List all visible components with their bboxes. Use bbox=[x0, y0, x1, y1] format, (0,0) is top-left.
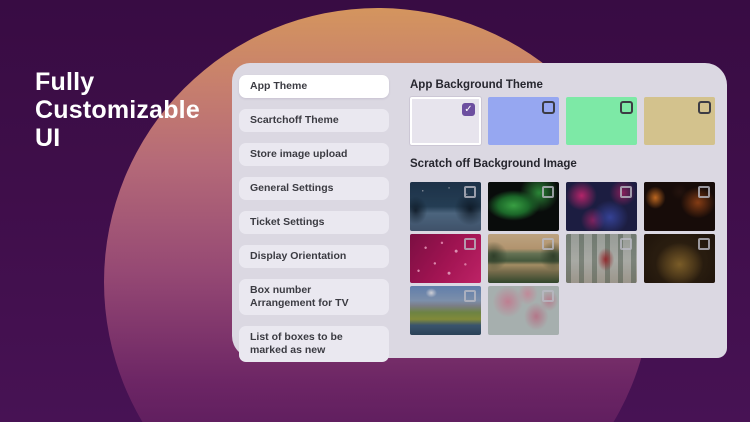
scratch-image-purple-swirl-checkbox[interactable] bbox=[620, 186, 632, 198]
scratch-image-snowy-night-forest-checkbox[interactable] bbox=[464, 186, 476, 198]
settings-sidebar: App Theme Scartchoff Theme Store image upl… bbox=[232, 63, 395, 362]
headline-line-3: UI bbox=[35, 124, 61, 152]
sidebar-item-box-number-arrangement[interactable]: Box number Arrangement for TV bbox=[239, 279, 389, 315]
settings-content: App Background Theme ✓ Scratch off Backg… bbox=[395, 63, 727, 358]
headline-line-1: Fully bbox=[35, 68, 95, 96]
sidebar-item-scartchoff-theme[interactable]: Scartchoff Theme bbox=[239, 109, 389, 132]
scratch-image-pink-sparkles[interactable] bbox=[410, 234, 481, 283]
scratch-image-santa-sleigh-snow-checkbox[interactable] bbox=[620, 238, 632, 250]
scratch-image-cherry-blossoms[interactable] bbox=[488, 286, 559, 335]
scratch-image-cherry-blossoms-checkbox[interactable] bbox=[542, 290, 554, 302]
scratch-image-halloween-fire-checkbox[interactable] bbox=[698, 186, 710, 198]
scratch-image-pink-sparkles-checkbox[interactable] bbox=[464, 238, 476, 250]
scratch-image-golden-christmas-tree[interactable] bbox=[644, 234, 715, 283]
scratch-image-snowy-night-forest[interactable] bbox=[410, 182, 481, 231]
scratch-image-alpine-meadow-lake-checkbox[interactable] bbox=[464, 290, 476, 302]
scratch-image-grid bbox=[410, 182, 727, 335]
sidebar-item-general-settings[interactable]: General Settings bbox=[239, 177, 389, 200]
scratch-image-golden-christmas-tree-checkbox[interactable] bbox=[698, 238, 710, 250]
scratch-image-alpine-meadow-lake[interactable] bbox=[410, 286, 481, 335]
sidebar-item-app-theme[interactable]: App Theme bbox=[239, 75, 389, 98]
app-background-theme-title: App Background Theme bbox=[410, 79, 543, 91]
theme-swatch-row: ✓ bbox=[410, 97, 727, 145]
white-theme-swatch[interactable]: ✓ bbox=[410, 97, 481, 145]
sidebar-item-boxes-marked-as-new[interactable]: List of boxes to be marked as new bbox=[239, 326, 389, 362]
blue-theme-swatch-checkbox[interactable] bbox=[542, 101, 555, 114]
sidebar-item-store-image-upload[interactable]: Store image upload bbox=[239, 143, 389, 166]
scratch-image-mountain-river-sunset-checkbox[interactable] bbox=[542, 238, 554, 250]
headline: Fully Customizable UI bbox=[35, 68, 200, 152]
scratch-off-background-title: Scratch off Background Image bbox=[410, 158, 577, 170]
scratch-image-mountain-river-sunset[interactable] bbox=[488, 234, 559, 283]
scratch-image-santa-sleigh-snow[interactable] bbox=[566, 234, 637, 283]
green-theme-swatch-checkbox[interactable] bbox=[620, 101, 633, 114]
marketing-slide: Fully Customizable UI App Theme Scartchof… bbox=[0, 0, 750, 422]
scratch-image-green-aurora[interactable] bbox=[488, 182, 559, 231]
scratch-image-halloween-fire[interactable] bbox=[644, 182, 715, 231]
sidebar-item-display-orientation[interactable]: Display Orientation bbox=[239, 245, 389, 268]
scratch-image-green-aurora-checkbox[interactable] bbox=[542, 186, 554, 198]
settings-panel: App Theme Scartchoff Theme Store image upl… bbox=[232, 63, 727, 362]
tan-theme-swatch[interactable] bbox=[644, 97, 715, 145]
headline-line-2: Customizable bbox=[35, 96, 200, 124]
green-theme-swatch[interactable] bbox=[566, 97, 637, 145]
white-theme-swatch-checkbox-checked[interactable]: ✓ bbox=[462, 103, 475, 116]
blue-theme-swatch[interactable] bbox=[488, 97, 559, 145]
tan-theme-swatch-checkbox[interactable] bbox=[698, 101, 711, 114]
scratch-image-purple-swirl[interactable] bbox=[566, 182, 637, 231]
sidebar-item-ticket-settings[interactable]: Ticket Settings bbox=[239, 211, 389, 234]
